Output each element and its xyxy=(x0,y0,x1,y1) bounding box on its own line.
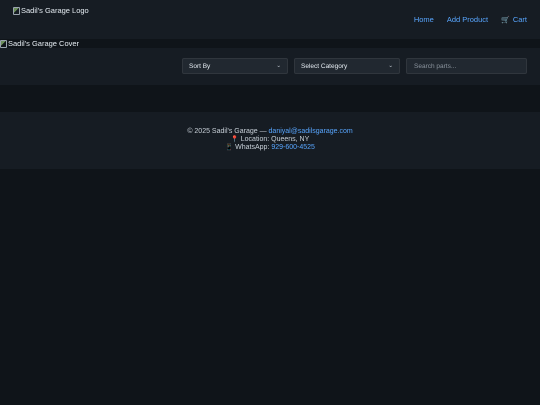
site-logo[interactable]: Sadil's Garage Logo xyxy=(13,6,89,15)
shopping-cart-icon: 🛒 xyxy=(501,16,510,24)
site-header: Sadil's Garage Logo Home Add Product 🛒 C… xyxy=(0,0,540,39)
nav-cart-link[interactable]: 🛒 Cart xyxy=(501,15,527,24)
cover-image: Sadil's Garage Cover xyxy=(0,39,540,48)
location-label: Location: xyxy=(240,136,270,143)
footer-copyright-line: © 2025 Sadil's Garage — daniyal@sadilsga… xyxy=(0,128,540,136)
location-value: Queens, NY xyxy=(271,136,310,143)
cover-alt-text: Sadil's Garage Cover xyxy=(8,39,80,48)
footer-location-line: 📍 Location: Queens, NY xyxy=(0,136,540,144)
chevron-down-icon: ⌄ xyxy=(388,63,393,69)
search-placeholder: Search parts... xyxy=(414,62,457,70)
category-label: Select Category xyxy=(301,62,348,70)
search-input[interactable]: Search parts... xyxy=(406,58,527,74)
nav-cart-label: Cart xyxy=(512,15,527,24)
nav-home-link[interactable]: Home xyxy=(414,15,434,24)
category-select[interactable]: Select Category ⌄ xyxy=(294,58,400,74)
location-pin-icon: 📍 xyxy=(230,136,239,143)
site-footer: © 2025 Sadil's Garage — daniyal@sadilsga… xyxy=(0,112,540,169)
logo-alt-text: Sadil's Garage Logo xyxy=(21,6,89,15)
footer-email-link[interactable]: daniyal@sadilsgarage.com xyxy=(269,128,353,135)
broken-image-icon xyxy=(13,6,20,15)
footer-whatsapp-line: 📱 WhatsApp: 929-600-4525 xyxy=(0,144,540,152)
whatsapp-number-link[interactable]: 929-600-4525 xyxy=(271,144,315,151)
nav-home-label: Home xyxy=(413,15,434,24)
chevron-down-icon: ⌄ xyxy=(276,63,281,69)
nav-add-product-label: Add Product xyxy=(446,15,489,24)
filter-bar: Sort By ⌄ Select Category ⌄ Search parts… xyxy=(0,48,540,85)
main-nav: Home Add Product 🛒 Cart xyxy=(414,15,527,24)
broken-image-icon xyxy=(0,39,7,48)
whatsapp-label: WhatsApp: xyxy=(235,144,270,151)
sort-by-label: Sort By xyxy=(189,62,211,70)
nav-add-product-link[interactable]: Add Product xyxy=(447,15,488,24)
sort-by-select[interactable]: Sort By ⌄ xyxy=(182,58,288,74)
copyright-text: © 2025 Sadil's Garage — xyxy=(187,128,267,135)
mobile-phone-icon: 📱 xyxy=(225,144,234,151)
